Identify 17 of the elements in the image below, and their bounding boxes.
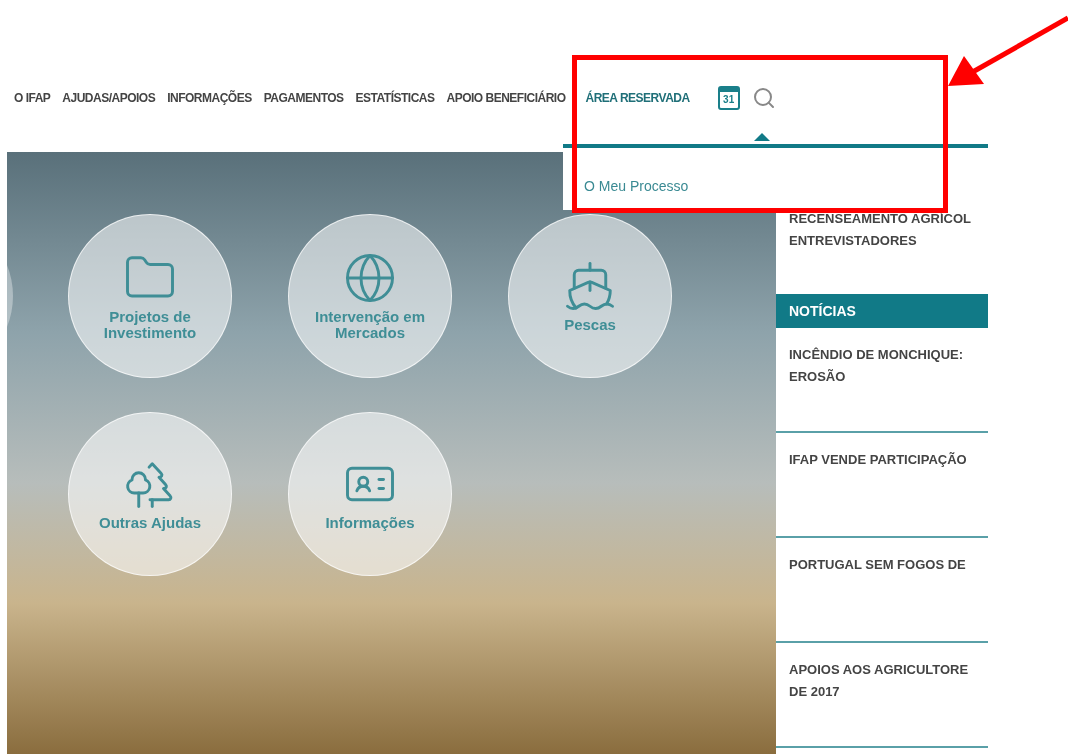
search-icon[interactable] bbox=[751, 86, 776, 110]
ship-icon bbox=[563, 259, 617, 313]
nav-link[interactable]: AJUDAS/APOIOS bbox=[62, 89, 156, 107]
nav-link[interactable]: ESTATÍSTICAS bbox=[355, 89, 435, 107]
news-link[interactable]: PORTUGAL SEM FOGOS DE bbox=[776, 538, 988, 643]
globe-icon bbox=[343, 251, 397, 305]
section-header: NOTÍCIAS bbox=[776, 294, 988, 328]
nav-link[interactable]: O IFAP bbox=[14, 89, 51, 107]
nav-link[interactable]: PAGAMENTOS bbox=[263, 89, 344, 107]
news-link[interactable]: APOIOS AOS AGRICULTORE DE 2017 bbox=[776, 643, 988, 748]
menu-item[interactable]: O Meu Processo bbox=[584, 178, 689, 194]
nav-link[interactable]: APOIO BENEFICIÁRIO bbox=[446, 89, 566, 107]
news-link[interactable]: IFAP VENDE PARTICIPAÇÃO bbox=[776, 433, 988, 538]
calendar-icon[interactable]: 31 bbox=[717, 86, 740, 110]
nav-link[interactable]: INFORMAÇÕES bbox=[167, 89, 252, 107]
nav-link[interactable]: ÁREA RESERVADA bbox=[585, 89, 690, 107]
news-link[interactable]: INCÊNDIO DE MONCHIQUE: EROSÃO bbox=[776, 328, 988, 433]
